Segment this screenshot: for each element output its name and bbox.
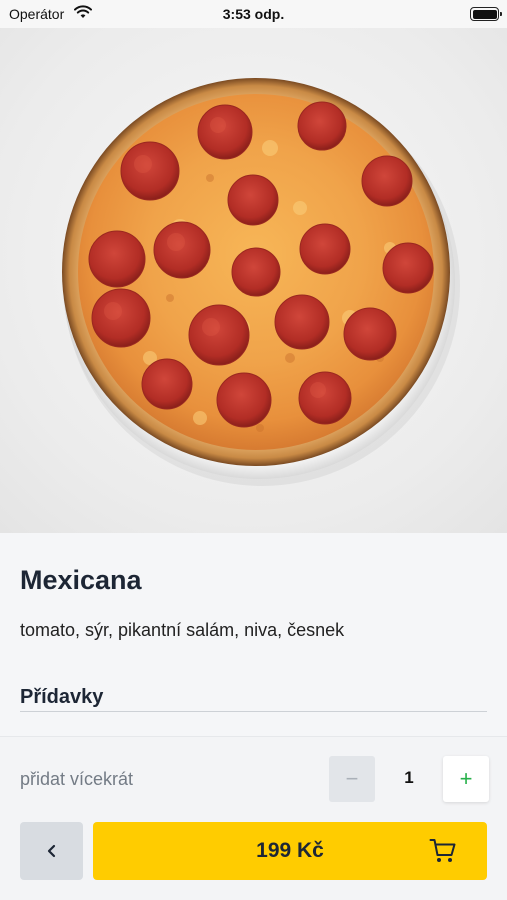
pizza-photo bbox=[0, 28, 507, 533]
add-multiple-label: přidat vícekrát bbox=[20, 769, 134, 789]
plus-icon: + bbox=[459, 766, 473, 791]
cart-icon bbox=[429, 839, 456, 862]
minus-icon: − bbox=[345, 766, 359, 791]
extras-heading[interactable]: Přídavky bbox=[20, 686, 103, 709]
product-title: Mexicana bbox=[20, 565, 142, 595]
status-bar: Operátor 3:53 odp. bbox=[0, 0, 507, 28]
battery-icon bbox=[470, 7, 502, 21]
product-ingredients: tomato, sýr, pikantní salám, niva, česne… bbox=[20, 620, 345, 640]
quantity-minus-button[interactable]: − bbox=[329, 756, 375, 802]
back-button[interactable] bbox=[20, 822, 83, 880]
chevron-left-icon bbox=[47, 844, 55, 858]
quantity-value: 1 bbox=[404, 768, 414, 787]
clock: 3:53 odp. bbox=[222, 6, 285, 22]
price-label: 199 Kč bbox=[256, 839, 324, 862]
quantity-plus-button[interactable]: + bbox=[443, 756, 489, 802]
add-to-cart-button[interactable]: 199 Kč bbox=[93, 822, 487, 880]
extras-divider bbox=[20, 711, 487, 712]
